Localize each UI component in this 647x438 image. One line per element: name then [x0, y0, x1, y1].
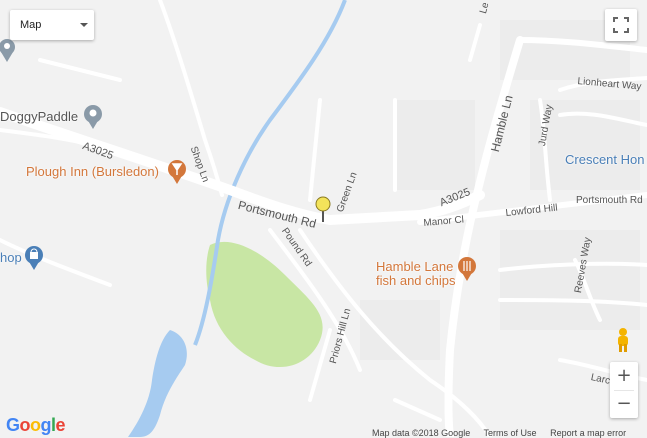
chevron-down-icon	[80, 23, 88, 27]
poi-label-shop[interactable]: hop	[0, 250, 22, 265]
map-canvas[interactable]	[0, 0, 647, 437]
map-type-dropdown[interactable]: Map	[10, 10, 94, 40]
fullscreen-icon	[613, 17, 629, 33]
poi-label-hamble-lane-line1[interactable]: Hamble Lane	[376, 259, 453, 274]
poi-label-plough-inn[interactable]: Plough Inn (Bursledon)	[26, 164, 159, 179]
poi-label-crescent[interactable]: Crescent Hon	[565, 152, 644, 167]
zoom-control: + −	[610, 362, 638, 418]
zoom-out-button[interactable]: −	[610, 390, 638, 418]
map-type-label: Map	[20, 19, 42, 31]
google-logo: Google	[6, 415, 66, 435]
road-label-portsmouth-rd-east: Portsmouth Rd	[576, 195, 643, 206]
zoom-in-button[interactable]: +	[610, 362, 638, 390]
fullscreen-button[interactable]	[605, 9, 637, 41]
pegman-icon[interactable]	[612, 327, 634, 353]
poi-label-doggy-paddle[interactable]: DoggyPaddle	[0, 109, 78, 124]
poi-label-hamble-lane-line2[interactable]: fish and chips	[376, 273, 456, 288]
